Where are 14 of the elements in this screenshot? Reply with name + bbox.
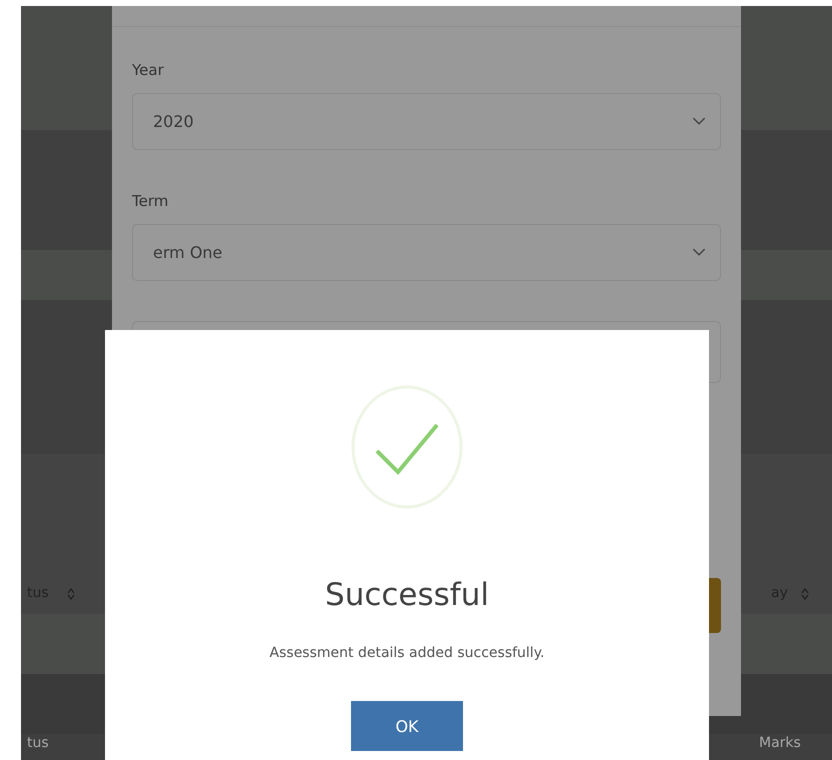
chevron-icon — [692, 117, 706, 126]
check-icon — [351, 385, 463, 509]
ok-button[interactable]: OK — [351, 701, 463, 751]
select-field[interactable]: 2020 — [132, 93, 721, 150]
sort-icon — [67, 588, 75, 600]
dialog-title: Successful — [325, 577, 489, 613]
sort-icon — [801, 588, 809, 600]
select-field[interactable]: erm One — [132, 224, 721, 281]
chevron-icon — [692, 248, 706, 257]
field-label: Term — [132, 192, 168, 210]
dialog-message: Assessment details added successfully. — [270, 645, 544, 661]
table-cell: Marks — [759, 735, 801, 751]
table-cell: tus — [27, 735, 49, 751]
field-label: Year — [132, 61, 164, 79]
